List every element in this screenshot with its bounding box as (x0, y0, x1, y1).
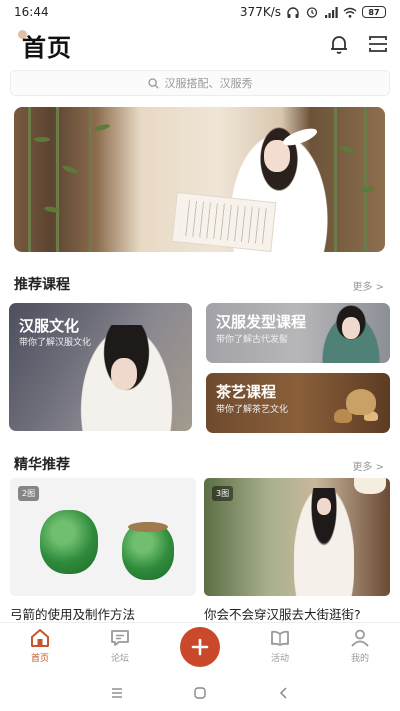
status-bar: 16:44 377K/s 87 (0, 0, 400, 24)
search-placeholder: 汉服搭配、汉服秀 (164, 77, 253, 90)
add-icon (191, 638, 209, 656)
nav-activity[interactable]: 活动 (255, 627, 305, 671)
recent-apps-button[interactable] (108, 684, 126, 702)
nav-profile[interactable]: 我的 (335, 627, 385, 671)
recents-icon (112, 688, 122, 698)
status-indicators: 377K/s 87 (240, 5, 386, 19)
headphones-icon (286, 6, 300, 18)
bamboo-decoration (56, 107, 59, 252)
course-subtitle: 带你了解古代发髻 (216, 335, 289, 345)
more-link-featured[interactable]: 更多 > (352, 458, 384, 473)
search-bar[interactable]: 汉服搭配、汉服秀 (10, 70, 390, 96)
bottom-navigation: 首页 论坛 活动 我的 (0, 622, 400, 670)
bell-icon (331, 36, 347, 54)
leaf-decoration (93, 123, 111, 132)
network-speed: 377K/s (239, 5, 281, 19)
forum-icon (111, 630, 129, 646)
alarm-icon (305, 6, 319, 18)
lantern-image (354, 478, 386, 494)
featured-caption[interactable]: 弓箭的使用及制作方法 (10, 604, 135, 623)
signal-icon (324, 6, 338, 18)
leaf-decoration (61, 164, 79, 175)
nav-label: 首页 (30, 654, 49, 664)
image-count-badge: 3图 (212, 486, 234, 501)
header: 首页 (0, 26, 400, 64)
calligraphy-paper (171, 191, 277, 252)
featured-person-face (317, 498, 331, 515)
battery-indicator: 87 (362, 6, 386, 18)
home-icon (31, 629, 49, 647)
nav-label: 活动 (270, 654, 289, 664)
nav-label: 论坛 (110, 654, 129, 664)
banner-image[interactable] (14, 107, 385, 252)
wifi-icon (343, 6, 357, 18)
bamboo-decoration (334, 107, 337, 252)
course-person-face (342, 317, 360, 339)
back-button[interactable] (275, 684, 293, 702)
notifications-button[interactable] (325, 30, 353, 58)
image-count-badge: 2图 (18, 486, 40, 501)
course-card-tea-art[interactable]: 茶艺课程 带你了解茶艺文化 (206, 373, 390, 433)
featured-card-archery[interactable]: 2图 (10, 478, 196, 596)
featured-card-street[interactable]: 3图 (204, 478, 390, 596)
bamboo-decoration (364, 107, 367, 252)
course-subtitle: 带你了解汉服文化 (19, 338, 92, 348)
course-subtitle: 带你了解茶艺文化 (216, 405, 289, 415)
nav-forum[interactable]: 论坛 (95, 627, 145, 671)
menu-icon (369, 36, 387, 52)
profile-icon (351, 629, 369, 647)
more-link-recommended[interactable]: 更多 > (352, 278, 384, 293)
search-icon (147, 77, 159, 89)
jade-ring-image (40, 510, 98, 574)
teapot-image (346, 389, 376, 415)
nav-label: 我的 (350, 654, 369, 664)
course-title: 汉服发型课程 (216, 313, 307, 331)
add-post-button[interactable] (180, 627, 220, 667)
status-time: 16:44 (14, 5, 49, 19)
course-person-face (111, 358, 137, 390)
leaf-decoration (358, 185, 376, 194)
course-title: 汉服文化 (19, 317, 80, 335)
activity-icon (271, 630, 289, 646)
bamboo-decoration (89, 107, 92, 252)
course-title: 茶艺课程 (216, 383, 277, 401)
section-title-featured: 精华推荐 (14, 457, 70, 473)
menu-button[interactable] (364, 30, 392, 58)
course-card-hairstyle[interactable]: 汉服发型课程 带你了解古代发髻 (206, 303, 390, 363)
leaf-decoration (34, 137, 50, 142)
square-home-icon (194, 687, 206, 699)
bamboo-decoration (28, 107, 31, 252)
featured-caption[interactable]: 你会不会穿汉服去大街逛街? (204, 604, 361, 623)
jade-ring-rim (128, 522, 168, 532)
nav-home[interactable]: 首页 (15, 627, 65, 671)
back-icon (279, 687, 287, 699)
section-title-recommended: 推荐课程 (14, 277, 70, 293)
leaf-decoration (338, 145, 356, 154)
course-card-hanfu-culture[interactable]: 汉服文化 带你了解汉服文化 (9, 303, 192, 431)
home-system-button[interactable] (191, 684, 209, 702)
page-title: 首页 (22, 34, 72, 62)
system-navigation (0, 676, 400, 711)
